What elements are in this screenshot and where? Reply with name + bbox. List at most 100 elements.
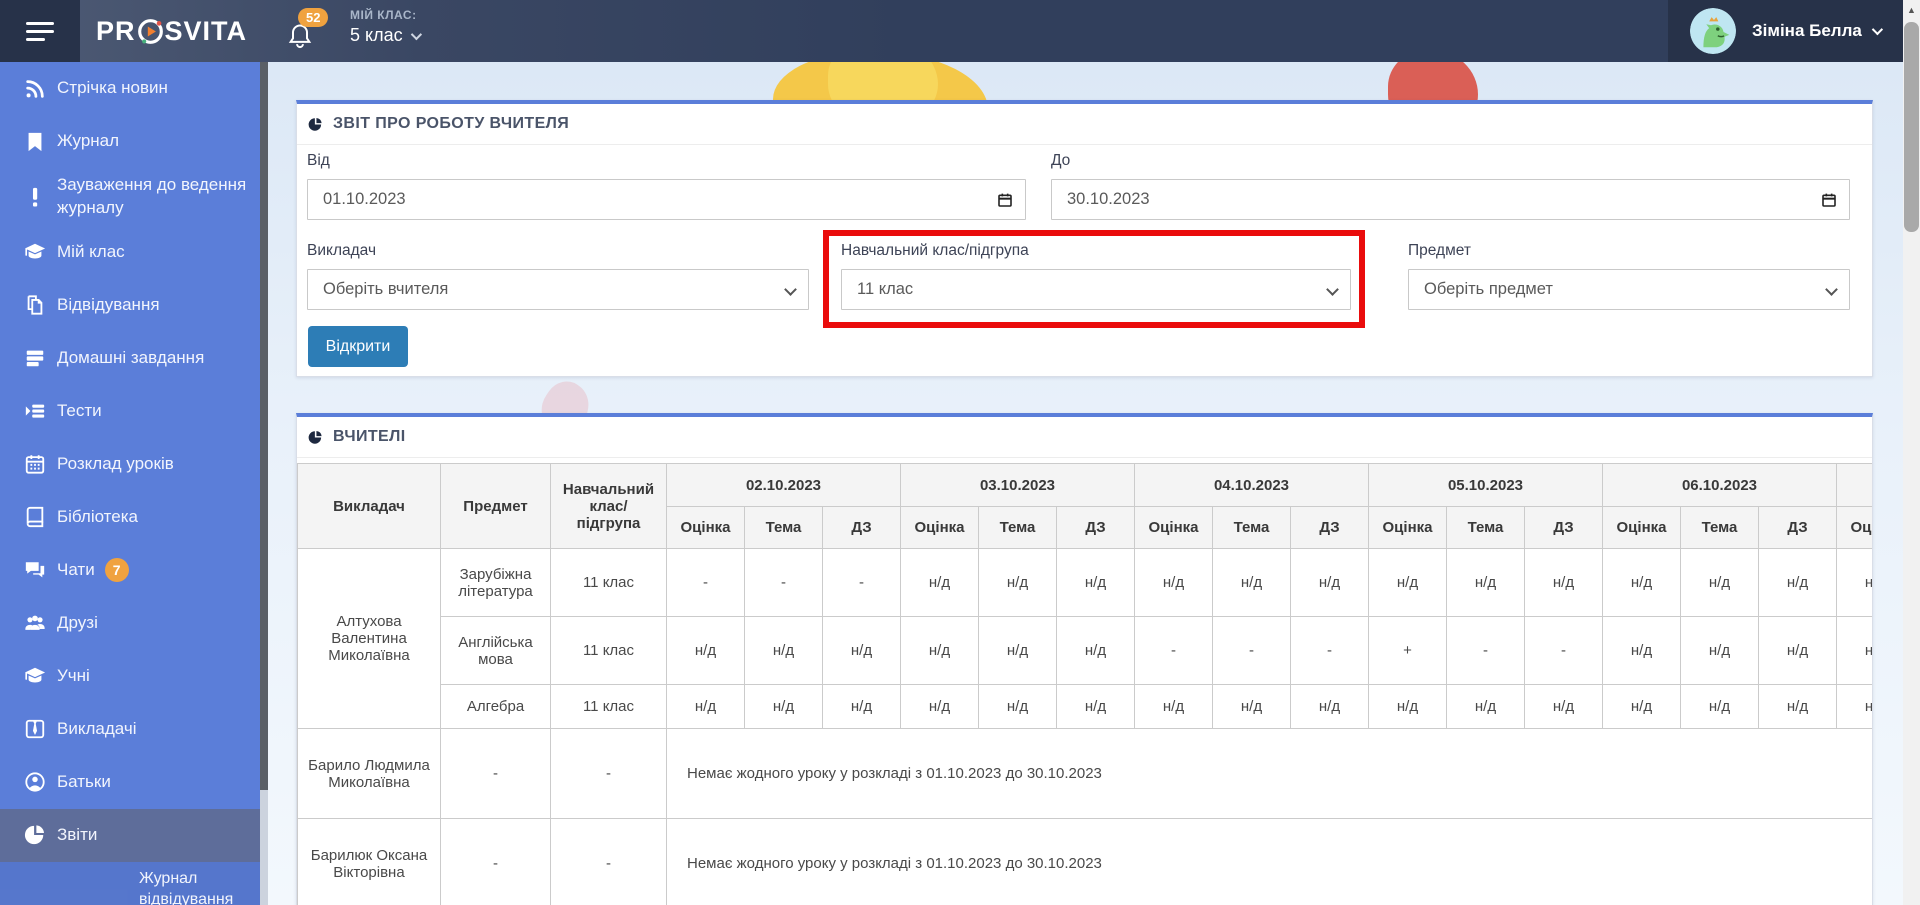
- value-cell: н/д: [1056, 616, 1135, 685]
- sidebar-item-3[interactable]: Зауваження до ведення журналу: [0, 168, 260, 226]
- column-subheader: ДЗ: [1290, 506, 1369, 549]
- column-subheader: Оцінка: [1602, 506, 1681, 549]
- teachers-panel: ВЧИТЕЛІ Викладач Предмет Навчальний клас/ …: [296, 413, 1873, 905]
- sidebar-item-8[interactable]: Розклад уроків: [0, 438, 260, 491]
- value-cell: н/д: [1836, 616, 1872, 685]
- rss-icon: [24, 78, 46, 100]
- sidebar-item-label: Стрічка новин: [57, 78, 168, 98]
- from-date-input[interactable]: 01.10.2023: [307, 179, 1026, 220]
- sidebar-item-11[interactable]: Друзі: [0, 597, 260, 650]
- sidebar-item-15[interactable]: Звіти: [0, 808, 260, 862]
- exclamation-icon: [24, 186, 46, 208]
- subject-label: Предмет: [1408, 242, 1471, 259]
- value-cell: -: [1134, 616, 1213, 685]
- chevron-down-icon: [410, 28, 422, 40]
- class-group-cell: 11 клас: [550, 616, 667, 685]
- notifications-button[interactable]: 52: [286, 8, 336, 54]
- sidebar-item-7[interactable]: Тести: [0, 385, 260, 438]
- table-row: Барилюк Оксана Вікторівна - - Немає жодного…: [297, 818, 1872, 905]
- sidebar-item-label: Бібліотека: [57, 506, 138, 526]
- my-class-selector[interactable]: МІЙ КЛАС: 5 клас: [350, 8, 422, 46]
- column-subheader: Оцінка: [1368, 506, 1447, 549]
- calendar-icon[interactable]: [1821, 192, 1837, 208]
- pie-chart-icon: [24, 824, 46, 846]
- teacher-name-cell: Алтухова Валентина Миколаївна: [297, 548, 441, 729]
- tie-icon: [24, 718, 46, 740]
- no-lessons-message-cell: Немає жодного уроку у розкладі з 01.10.2…: [666, 818, 1872, 905]
- my-class-value: 5 клас: [350, 25, 403, 45]
- value-cell: н/д: [900, 684, 979, 729]
- stack-icon: [24, 347, 46, 369]
- value-cell: н/д: [1134, 684, 1213, 729]
- page-scrollbar[interactable]: ▲: [1903, 0, 1920, 905]
- subject-select[interactable]: Оберіть предмет: [1408, 269, 1850, 310]
- value-cell: н/д: [1680, 616, 1759, 685]
- to-date-input[interactable]: 30.10.2023: [1051, 179, 1850, 220]
- teacher-select[interactable]: Оберіть вчителя: [307, 269, 809, 310]
- users-icon: [24, 612, 46, 634]
- page-scrollbar-thumb[interactable]: [1904, 22, 1919, 232]
- table-row: Алгебра 11 клас н/д н/д н/д н/д н/д н/д н/д н/д н/…: [298, 684, 1872, 729]
- sidebar-item-10[interactable]: Чати 7: [0, 544, 260, 597]
- value-cell: н/д: [1212, 684, 1291, 729]
- subject-cell: Алгебра: [440, 684, 551, 729]
- open-report-button[interactable]: Відкрити: [308, 326, 408, 367]
- value-cell: н/д: [666, 616, 745, 685]
- value-cell: н/д: [1056, 684, 1135, 729]
- value-cell: н/д: [1602, 684, 1681, 729]
- list-icon: [24, 400, 46, 422]
- sidebar-item-label: Друзі: [57, 612, 98, 632]
- sidebar-item-label: Домашні завдання: [57, 347, 205, 367]
- sidebar-scrollbar[interactable]: [260, 62, 268, 905]
- pie-chart-icon: [308, 430, 322, 444]
- calendar-icon[interactable]: [997, 192, 1013, 208]
- value-cell: н/д: [900, 616, 979, 685]
- value-cell: н/д: [1368, 548, 1447, 617]
- value-cell: н/д: [1758, 616, 1837, 685]
- value-cell: -: [822, 548, 901, 617]
- from-date-value: 01.10.2023: [323, 190, 406, 208]
- value-cell: н/д: [744, 616, 823, 685]
- sidebar-item-9[interactable]: Бібліотека: [0, 491, 260, 544]
- panel-title-row: ВЧИТЕЛІ: [297, 417, 1872, 458]
- sidebar-item-12[interactable]: Учні: [0, 650, 260, 703]
- sidebar-item-label: Звіти: [57, 824, 98, 844]
- column-subheader: Тема: [1446, 506, 1525, 549]
- column-subheader: Тема: [978, 506, 1057, 549]
- teacher-label: Викладач: [307, 242, 377, 259]
- value-cell: н/д: [1602, 548, 1681, 617]
- column-subheader: Оцінка: [666, 506, 745, 549]
- user-menu[interactable]: Зіміна Белла: [1668, 0, 1903, 62]
- book-icon: [24, 506, 46, 528]
- sidebar-nav: Стрічка новин Журнал Зауваження до ведення…: [0, 62, 260, 905]
- chevron-down-icon: [784, 283, 797, 296]
- value-cell: -: [1212, 616, 1291, 685]
- chevron-down-icon: [1871, 23, 1883, 36]
- sidebar-item-label: Викладачі: [57, 718, 137, 738]
- sidebar-item-label: Розклад уроків: [57, 453, 174, 473]
- scroll-up-icon[interactable]: ▲: [1903, 3, 1920, 17]
- sidebar-item-1[interactable]: Стрічка новин: [0, 62, 260, 115]
- class-group-select[interactable]: 11 клас: [841, 269, 1351, 310]
- subject-cell: -: [440, 818, 551, 905]
- menu-toggle-button[interactable]: [0, 0, 80, 62]
- value-cell: н/д: [1446, 548, 1525, 617]
- column-subheader: Тема: [1212, 506, 1291, 549]
- sidebar-scrollbar-thumb[interactable]: [260, 62, 268, 790]
- value-cell: -: [666, 548, 745, 617]
- sidebar-item-4[interactable]: Мій клас: [0, 226, 260, 279]
- main-content: ЗВІТ ПРО РОБОТУ ВЧИТЕЛЯ Від 01.10.2023 Д…: [268, 62, 1903, 905]
- sidebar-item-5[interactable]: Відвідування: [0, 279, 260, 332]
- sidebar-item-label: Журнал: [57, 131, 120, 151]
- bookmark-icon: [24, 131, 46, 153]
- top-navbar: PR SVITA 52 МІЙ КЛАС: 5 клас Зіміна Белл…: [0, 0, 1903, 62]
- sidebar-item-2[interactable]: Журнал: [0, 115, 260, 168]
- column-subheader: ДЗ: [1056, 506, 1135, 549]
- sidebar-item-16[interactable]: Журнал відвідування: [0, 861, 260, 905]
- value-cell: н/д: [978, 684, 1057, 729]
- sidebar-item-14[interactable]: Батьки: [0, 756, 260, 809]
- chevron-down-icon: [1825, 283, 1838, 296]
- sidebar-item-6[interactable]: Домашні завдання: [0, 332, 260, 385]
- app-logo[interactable]: PR SVITA: [96, 0, 247, 62]
- sidebar-item-13[interactable]: Викладачі: [0, 703, 260, 756]
